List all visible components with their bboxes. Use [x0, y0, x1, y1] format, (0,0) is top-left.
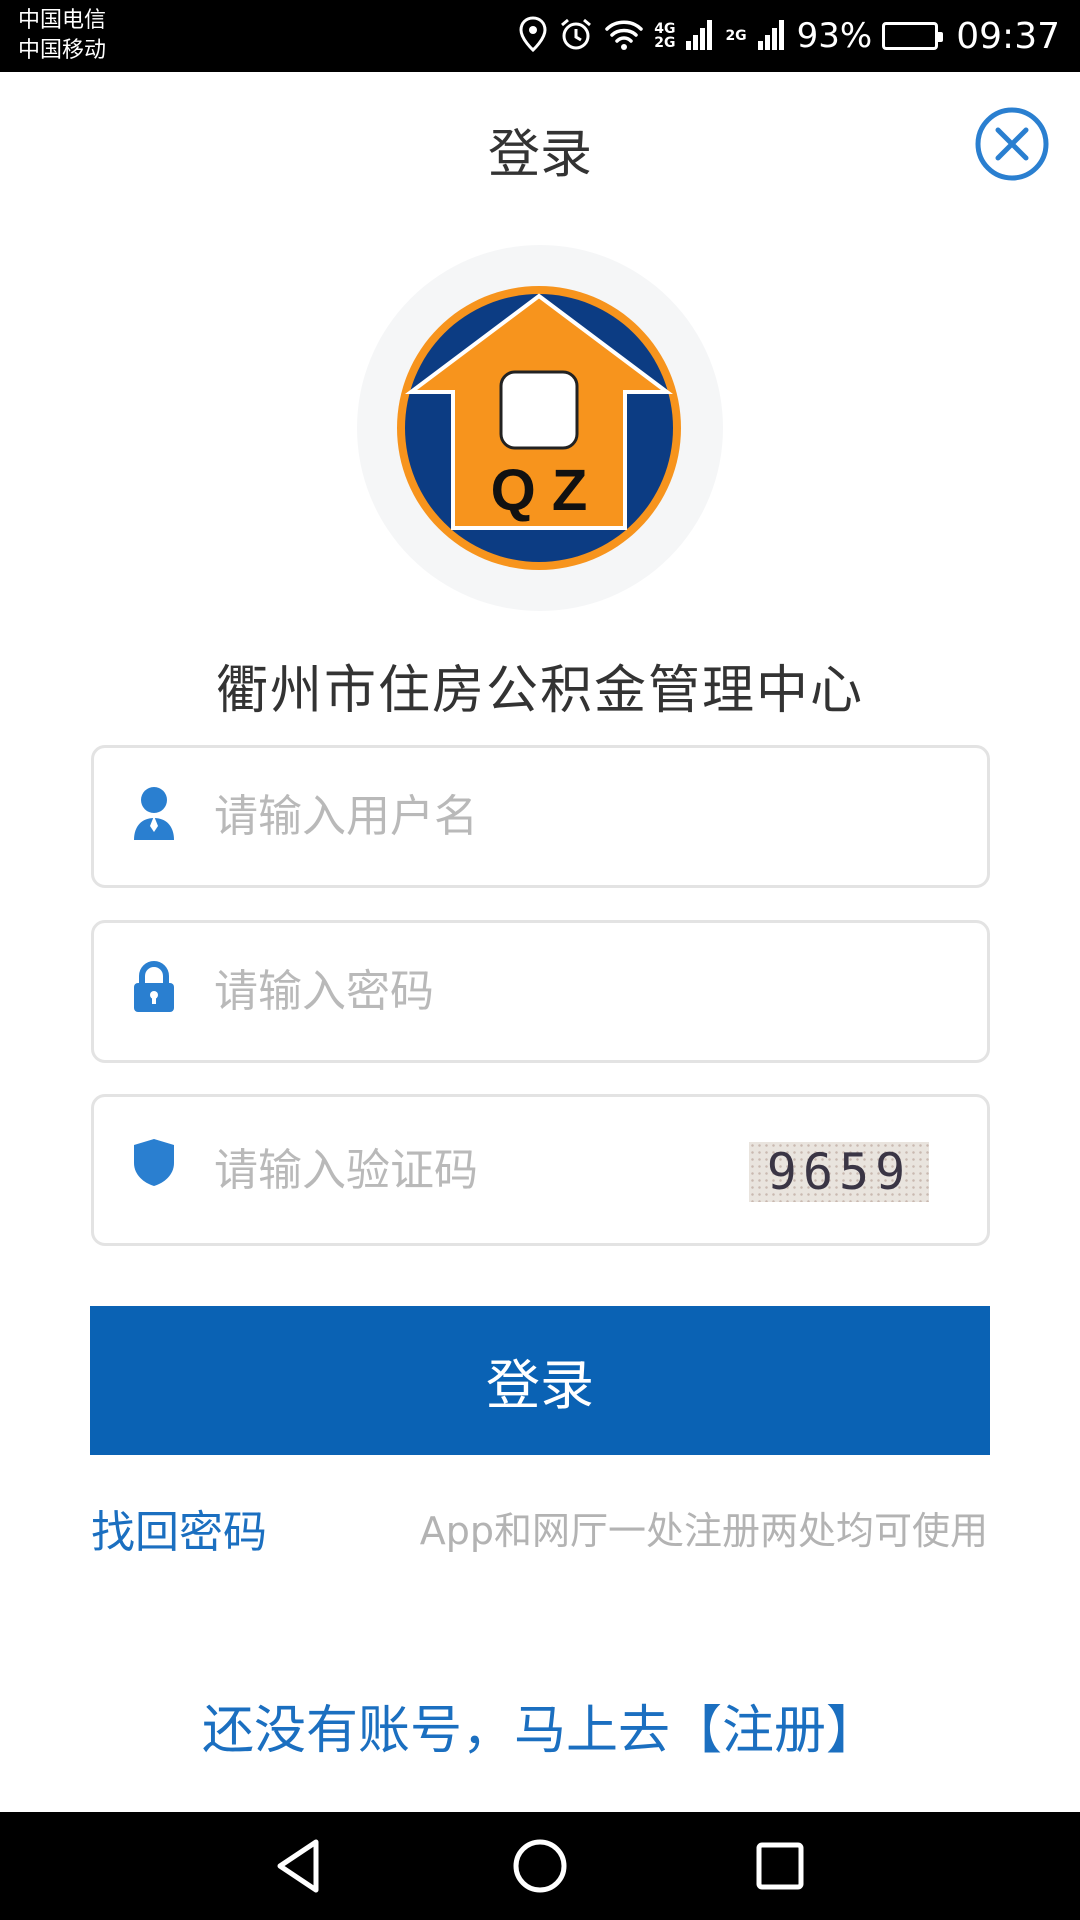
- register-tip: App和网厅一处注册两处均可使用: [419, 1509, 988, 1553]
- password-input[interactable]: [214, 923, 774, 1060]
- network-type-2-label: 2G: [725, 28, 747, 44]
- username-field[interactable]: [91, 745, 990, 888]
- recents-square-icon: [756, 1842, 804, 1890]
- clock: 09:37: [956, 15, 1060, 57]
- shield-icon: [132, 1137, 176, 1191]
- status-icons: 4G 2G 2G 93% 09:37: [518, 0, 1060, 72]
- back-triangle-icon: [277, 1839, 319, 1893]
- username-input[interactable]: [214, 748, 774, 885]
- network-type-1-top: 4G: [654, 21, 676, 37]
- logo: Q Z: [393, 282, 685, 574]
- login-button[interactable]: 登录: [90, 1306, 990, 1455]
- signal-icon-1: [685, 17, 715, 55]
- carrier-info: 中国电信 中国移动: [18, 6, 106, 66]
- signal-icon-2: [757, 17, 787, 55]
- network-type-1: 4G 2G: [654, 22, 675, 50]
- battery-icon: [882, 22, 944, 50]
- carrier-2: 中国移动: [18, 38, 107, 63]
- password-field[interactable]: [91, 920, 990, 1063]
- captcha-field[interactable]: 9659: [91, 1094, 990, 1246]
- home-circle-icon: [513, 1839, 567, 1893]
- page-title: 登录: [487, 125, 592, 185]
- organization-name: 衢州市住房公积金管理中心: [215, 661, 864, 721]
- lock-icon: [132, 961, 176, 1017]
- recents-button[interactable]: [750, 1836, 810, 1896]
- close-button[interactable]: [974, 106, 1050, 182]
- logo-text: Q Z: [491, 458, 588, 523]
- back-button[interactable]: [270, 1836, 330, 1896]
- carrier-1: 中国电信: [18, 8, 107, 33]
- home-button[interactable]: [510, 1836, 570, 1896]
- wifi-icon: [604, 17, 644, 55]
- captcha-image[interactable]: 9659: [749, 1142, 929, 1202]
- close-icon: [975, 107, 1049, 181]
- captcha-input[interactable]: [214, 1097, 774, 1243]
- register-link[interactable]: 还没有账号，马上去【注册】: [0, 1688, 1080, 1763]
- user-icon: [132, 786, 176, 846]
- battery-percent: 93%: [796, 16, 873, 56]
- navigation-bar: [0, 1812, 1080, 1920]
- location-icon: [518, 16, 548, 56]
- network-type-2: 2G: [725, 29, 746, 43]
- forgot-password-link[interactable]: 找回密码: [91, 1496, 267, 1560]
- network-type-1-bottom: 2G: [654, 35, 676, 51]
- status-bar: 中国电信 中国移动 4G 2G 2G 93% 09:37: [0, 0, 1080, 72]
- alarm-icon: [558, 16, 594, 56]
